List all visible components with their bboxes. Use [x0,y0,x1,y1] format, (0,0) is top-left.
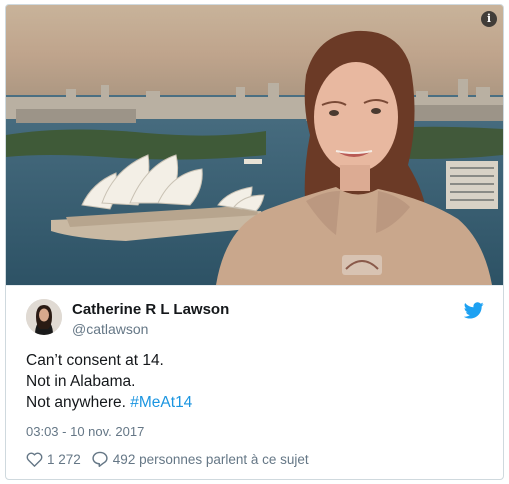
twitter-bird-icon[interactable] [463,302,484,324]
speech-bubble-icon [92,451,108,467]
tweet-text: Can’t consent at 14. Not in Alabama. Not… [26,350,192,413]
info-icon[interactable]: i [481,11,497,27]
heart-icon [26,452,43,467]
like-button[interactable]: 1 272 [26,451,81,467]
tweet-timestamp[interactable]: 03:03 - 10 nov. 2017 [26,424,144,439]
avatar[interactable] [26,299,62,335]
tweet-line-2: Not in Alabama. [26,373,136,390]
tweet-line-3-text: Not anywhere. [26,394,126,411]
tweet-actions: 1 272 492 personnes parlent à ce sujet [26,451,319,467]
photo-illustration [6,5,503,285]
tweet-line-3: Not anywhere. #MeAt14 [26,392,192,413]
embedded-tweet-card: i Catherine R L Lawson @catlawson Can’t … [5,4,504,480]
like-count: 1 272 [47,451,81,467]
reply-button[interactable]: 492 personnes parlent à ce sujet [91,451,309,467]
tweet-photo[interactable]: i [6,5,503,285]
tweet-line-1: Can’t consent at 14. [26,352,164,369]
author-handle[interactable]: @catlawson [72,321,148,337]
hashtag-link[interactable]: #MeAt14 [130,394,192,411]
author-name[interactable]: Catherine R L Lawson [72,301,229,318]
conversation-count: 492 personnes parlent à ce sujet [112,451,309,467]
card-divider [6,285,503,286]
avatar-image [26,299,62,335]
